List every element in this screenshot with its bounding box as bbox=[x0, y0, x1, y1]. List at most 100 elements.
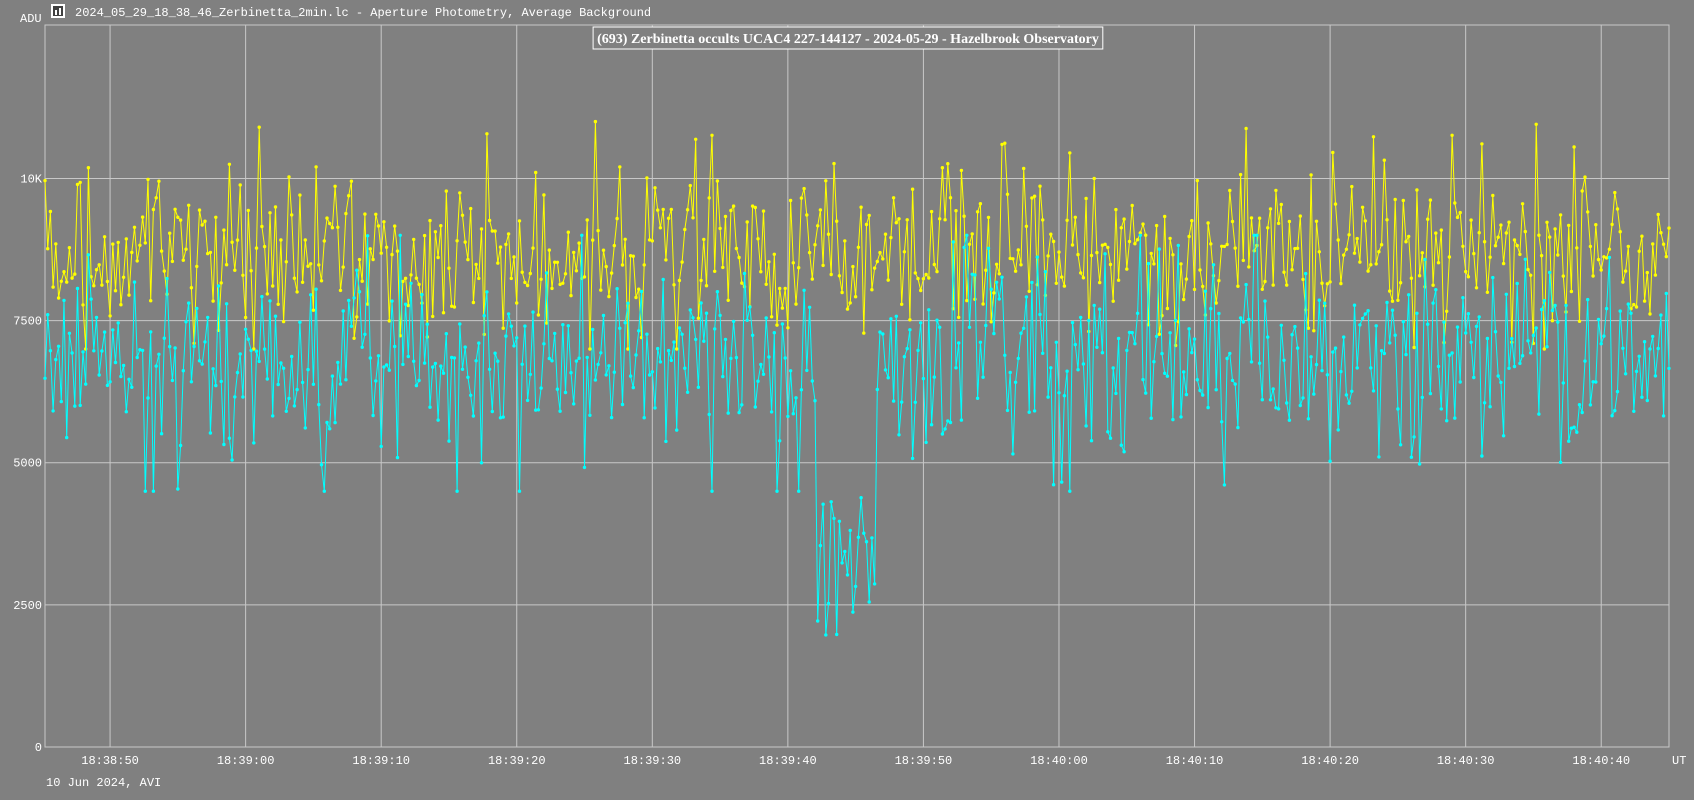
data-point bbox=[984, 323, 988, 328]
data-point bbox=[1550, 308, 1555, 313]
data-point bbox=[1328, 280, 1332, 284]
data-point bbox=[102, 235, 107, 239]
data-point bbox=[189, 380, 194, 384]
data-point bbox=[341, 309, 345, 313]
data-point bbox=[116, 321, 120, 325]
data-point bbox=[1244, 126, 1248, 131]
data-point bbox=[634, 353, 638, 357]
data-point bbox=[1060, 480, 1064, 484]
data-point bbox=[1385, 218, 1389, 222]
data-point bbox=[1130, 203, 1134, 208]
data-point bbox=[149, 330, 153, 334]
data-point bbox=[761, 372, 766, 376]
data-point bbox=[86, 166, 91, 170]
data-point bbox=[1360, 205, 1365, 209]
data-point bbox=[1453, 416, 1457, 420]
data-point bbox=[772, 331, 776, 335]
data-point bbox=[848, 301, 852, 305]
data-point bbox=[1436, 364, 1441, 369]
data-point bbox=[46, 247, 50, 251]
data-point bbox=[287, 396, 291, 401]
data-point bbox=[542, 193, 546, 197]
data-point bbox=[97, 373, 101, 377]
title-bar: 2024_05_29_18_38_46_Zerbinetta_2min.lc -… bbox=[51, 4, 651, 20]
data-point bbox=[1328, 459, 1332, 463]
data-point bbox=[303, 426, 307, 430]
data-point bbox=[290, 213, 294, 217]
data-point bbox=[699, 301, 703, 305]
data-point bbox=[1366, 269, 1370, 273]
data-point bbox=[729, 208, 733, 213]
data-point bbox=[441, 311, 446, 315]
data-point bbox=[1320, 368, 1324, 373]
data-point bbox=[1182, 297, 1186, 302]
data-point bbox=[1618, 230, 1622, 234]
data-point bbox=[948, 196, 953, 200]
data-point bbox=[501, 326, 505, 330]
data-point bbox=[1271, 283, 1275, 287]
data-point bbox=[555, 387, 560, 391]
series-group bbox=[43, 119, 1671, 637]
data-point bbox=[1331, 150, 1335, 155]
data-point bbox=[1515, 243, 1519, 248]
data-point bbox=[1032, 194, 1037, 198]
data-point bbox=[1648, 312, 1652, 316]
data-point bbox=[1599, 268, 1603, 272]
lightcurve-icon[interactable] bbox=[51, 4, 65, 18]
data-point bbox=[1236, 425, 1240, 430]
data-point bbox=[469, 206, 473, 211]
data-point bbox=[1154, 223, 1159, 228]
data-point bbox=[121, 275, 126, 279]
data-point bbox=[417, 378, 421, 383]
data-point bbox=[1190, 219, 1194, 223]
data-point bbox=[135, 259, 139, 263]
data-point bbox=[1125, 267, 1129, 271]
data-point bbox=[515, 336, 519, 340]
data-point bbox=[1003, 141, 1007, 145]
data-point bbox=[1157, 247, 1162, 251]
data-point bbox=[989, 320, 993, 324]
data-point bbox=[235, 370, 240, 375]
data-point bbox=[1306, 417, 1311, 421]
data-point bbox=[298, 320, 302, 324]
data-point bbox=[962, 214, 966, 218]
data-point bbox=[311, 382, 316, 386]
data-point bbox=[333, 184, 337, 188]
data-point bbox=[1247, 317, 1251, 322]
data-point bbox=[957, 315, 961, 320]
data-point bbox=[894, 314, 898, 318]
data-point bbox=[1247, 265, 1251, 269]
data-point bbox=[65, 435, 69, 440]
data-point bbox=[943, 427, 947, 431]
data-point bbox=[967, 242, 972, 246]
data-point bbox=[482, 314, 486, 318]
data-point bbox=[56, 344, 61, 348]
data-point bbox=[848, 528, 852, 533]
data-point bbox=[845, 307, 850, 311]
data-point bbox=[92, 284, 96, 288]
data-point bbox=[1187, 234, 1191, 239]
data-point bbox=[1320, 281, 1324, 285]
data-point bbox=[214, 383, 218, 388]
data-point bbox=[1222, 483, 1227, 487]
data-point bbox=[1287, 418, 1292, 422]
data-point bbox=[1282, 270, 1286, 274]
data-point bbox=[1558, 460, 1563, 464]
data-point bbox=[1374, 324, 1378, 328]
data-point bbox=[1385, 300, 1389, 305]
data-point bbox=[1106, 245, 1110, 250]
data-point bbox=[1656, 212, 1660, 217]
data-point bbox=[1507, 220, 1511, 224]
data-point bbox=[368, 356, 372, 360]
data-point bbox=[1453, 201, 1457, 205]
data-point bbox=[1290, 268, 1294, 272]
data-point bbox=[750, 333, 755, 337]
data-point bbox=[276, 382, 280, 387]
data-point bbox=[623, 321, 627, 325]
data-point bbox=[843, 239, 847, 243]
data-point bbox=[1577, 403, 1582, 407]
data-point bbox=[70, 351, 74, 355]
data-point bbox=[330, 374, 335, 378]
data-point bbox=[1179, 262, 1183, 266]
data-point bbox=[1401, 320, 1406, 324]
